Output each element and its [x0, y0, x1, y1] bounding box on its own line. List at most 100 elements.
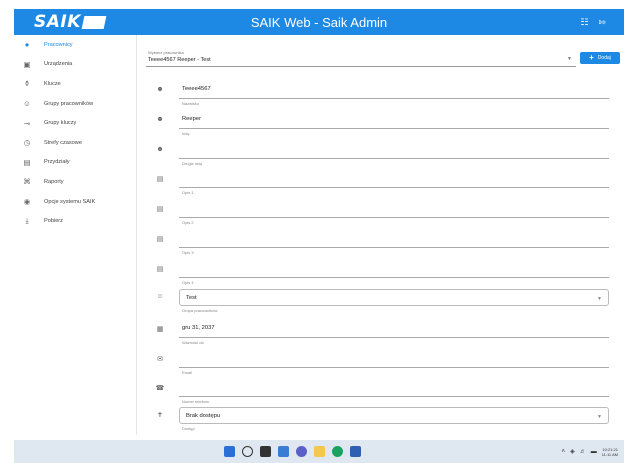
field-hint: Drugie imię	[182, 161, 203, 166]
grid-icon[interactable]: ☷	[580, 17, 588, 28]
phone-icon: ☎	[155, 385, 165, 392]
chevron-down-icon: ▼	[597, 414, 602, 420]
field-hint: Nazwisko	[182, 101, 200, 106]
sidebar-item-label: Pracownicy	[44, 41, 73, 48]
sidebar-item-pobierz[interactable]: ⤓ Pobierz	[14, 211, 136, 231]
battery-icon[interactable]: ▬	[591, 449, 597, 455]
key-group-icon: ⊸	[23, 118, 31, 128]
field-hint: Numer telefonu	[182, 399, 210, 404]
field-opis-1: ▤ Opis 1	[152, 169, 622, 199]
taskbar: ˄ ◈ ♬ ▬ 10:21:21 11:11 AM	[14, 440, 624, 463]
sidebar-item-label: Przydziały	[44, 159, 70, 166]
document-icon: ▤	[156, 176, 164, 183]
window-top-edge	[0, 0, 629, 8]
sidebar-item-label: Raporty	[44, 178, 64, 185]
sidebar-item-label: Opcje systemu SAIK	[44, 198, 96, 205]
app-bar: SAIK SAIK Web - Saik Admin ☷ ⇰	[14, 9, 624, 35]
chevron-down-icon: ▼	[567, 56, 572, 62]
email-input[interactable]	[179, 349, 609, 368]
chrome-icon[interactable]	[332, 446, 343, 457]
store-icon[interactable]	[350, 446, 361, 457]
sidebar-item-opcje-systemu[interactable]: ◉ Opcje systemu SAIK	[14, 192, 136, 212]
nazwisko-input[interactable]: Teeee4567	[179, 80, 609, 99]
person-icon: ☻	[156, 116, 164, 123]
opis-1-input[interactable]	[179, 169, 609, 188]
sidebar-item-pracownicy[interactable]: ● Pracownicy	[14, 35, 136, 55]
calendar-icon: ▦	[156, 326, 164, 333]
field-opis-3: ▤ Opis 3	[152, 229, 622, 259]
employee-select-value: Teeee4567 Reeper - Test	[148, 57, 211, 63]
key-icon: ⚱	[23, 79, 31, 89]
field-hint: Opis 1	[182, 190, 194, 195]
sidebar-item-label: Grupy pracowników	[44, 100, 94, 107]
sidebar-item-grupy-kluczy[interactable]: ⊸ Grupy kluczy	[14, 113, 136, 133]
sidebar-item-grupy-pracownikow[interactable]: ☺ Grupy pracowników	[14, 94, 136, 114]
opis-2-input[interactable]	[179, 199, 609, 218]
task-view-icon[interactable]	[260, 446, 271, 457]
devices-icon: ▣	[23, 59, 31, 69]
group-icon: ☺	[23, 99, 31, 109]
search-icon[interactable]	[242, 446, 253, 457]
report-icon: ⌘	[23, 177, 31, 187]
field-waznosc-do: ▦ gru 31, 2037 Ważność do	[152, 319, 622, 349]
waznosc-do-input[interactable]: gru 31, 2037	[179, 319, 609, 338]
field-hint: Opis 4	[182, 280, 194, 285]
logo-text: SAIK	[34, 12, 81, 32]
settings-icon: ◉	[23, 197, 31, 207]
sidebar-item-urzadzenia[interactable]: ▣ Urządzenia	[14, 55, 136, 75]
field-hint: Opis 3	[182, 250, 194, 255]
field-hint: Grupa pracowników	[182, 308, 218, 313]
sidebar-item-przydzialy[interactable]: ▤ Przydziały	[14, 153, 136, 173]
field-numer-telefonu: ☎ Numer telefonu	[152, 378, 622, 408]
logo-mark	[81, 15, 107, 29]
field-hint: Opis 2	[182, 220, 194, 225]
field-grupa-pracownikow: ☺ Test ▼ Grupa pracowników	[152, 287, 622, 317]
volume-icon[interactable]: ♬	[580, 449, 586, 455]
field-email: ✉ Email	[152, 349, 622, 379]
add-button[interactable]: + Dodaj	[580, 52, 620, 64]
employee-select[interactable]: Wybierz pracownika Teeee4567 Reeper - Te…	[146, 49, 576, 67]
sidebar-item-label: Strefy czasowe	[44, 139, 82, 146]
file-explorer-icon[interactable]	[314, 446, 325, 457]
sidebar-item-label: Urządzenia	[44, 61, 73, 68]
field-value: Brak dostępu	[186, 413, 221, 419]
system-tray: ˄ ◈ ♬ ▬ 10:21:21 11:11 AM	[562, 447, 618, 457]
clock-icon: ◷	[23, 138, 31, 148]
drugie-imie-input[interactable]	[179, 140, 609, 159]
document-icon: ▤	[156, 266, 164, 273]
field-hint: Email	[182, 370, 193, 375]
clock[interactable]: 10:21:21 11:11 AM	[602, 447, 618, 457]
field-dostep: ✝ Brak dostępu ▼ Dostęp	[152, 405, 622, 435]
dostep-select[interactable]: Brak dostępu ▼	[179, 407, 609, 424]
document-icon: ▤	[156, 206, 164, 213]
sidebar-item-label: Grupy kluczy	[44, 120, 77, 127]
clock-time: 10:21:21	[602, 446, 618, 452]
appbar-actions: ☷ ⇰	[580, 17, 606, 28]
field-value: Test	[186, 295, 197, 301]
chat-icon[interactable]	[296, 446, 307, 457]
opis-3-input[interactable]	[179, 229, 609, 248]
numer-telefonu-input[interactable]	[179, 378, 609, 397]
field-hint: Dostęp	[182, 426, 195, 431]
widgets-icon[interactable]	[278, 446, 289, 457]
saik-logo[interactable]: SAIK	[34, 12, 107, 32]
field-value: Reeper	[182, 116, 202, 122]
clock-date: 11:11 AM	[601, 451, 618, 457]
download-icon: ⤓	[25, 216, 29, 226]
assignment-icon: ▤	[23, 157, 31, 167]
sidebar-item-raporty[interactable]: ⌘ Raporty	[14, 172, 136, 192]
sidebar-item-klucze[interactable]: ⚱ Klucze	[14, 74, 136, 94]
start-icon[interactable]	[224, 446, 235, 457]
field-hint: Ważność do	[182, 340, 204, 345]
logout-icon[interactable]: ⇰	[598, 17, 606, 28]
sidebar-item-strefy-czasowe[interactable]: ◷ Strefy czasowe	[14, 133, 136, 153]
person-icon: ☻	[156, 86, 164, 93]
opis-4-input[interactable]	[179, 259, 609, 278]
account-circle-icon: ●	[24, 40, 30, 50]
chevron-up-icon[interactable]: ˄	[562, 449, 566, 455]
imie-input[interactable]: Reeper	[179, 110, 609, 129]
field-opis-2: ▤ Opis 2	[152, 199, 622, 229]
sidebar-item-label: Klucze	[44, 80, 61, 87]
grupa-pracownikow-select[interactable]: Test ▼	[179, 289, 609, 306]
wifi-icon[interactable]: ◈	[570, 448, 575, 455]
